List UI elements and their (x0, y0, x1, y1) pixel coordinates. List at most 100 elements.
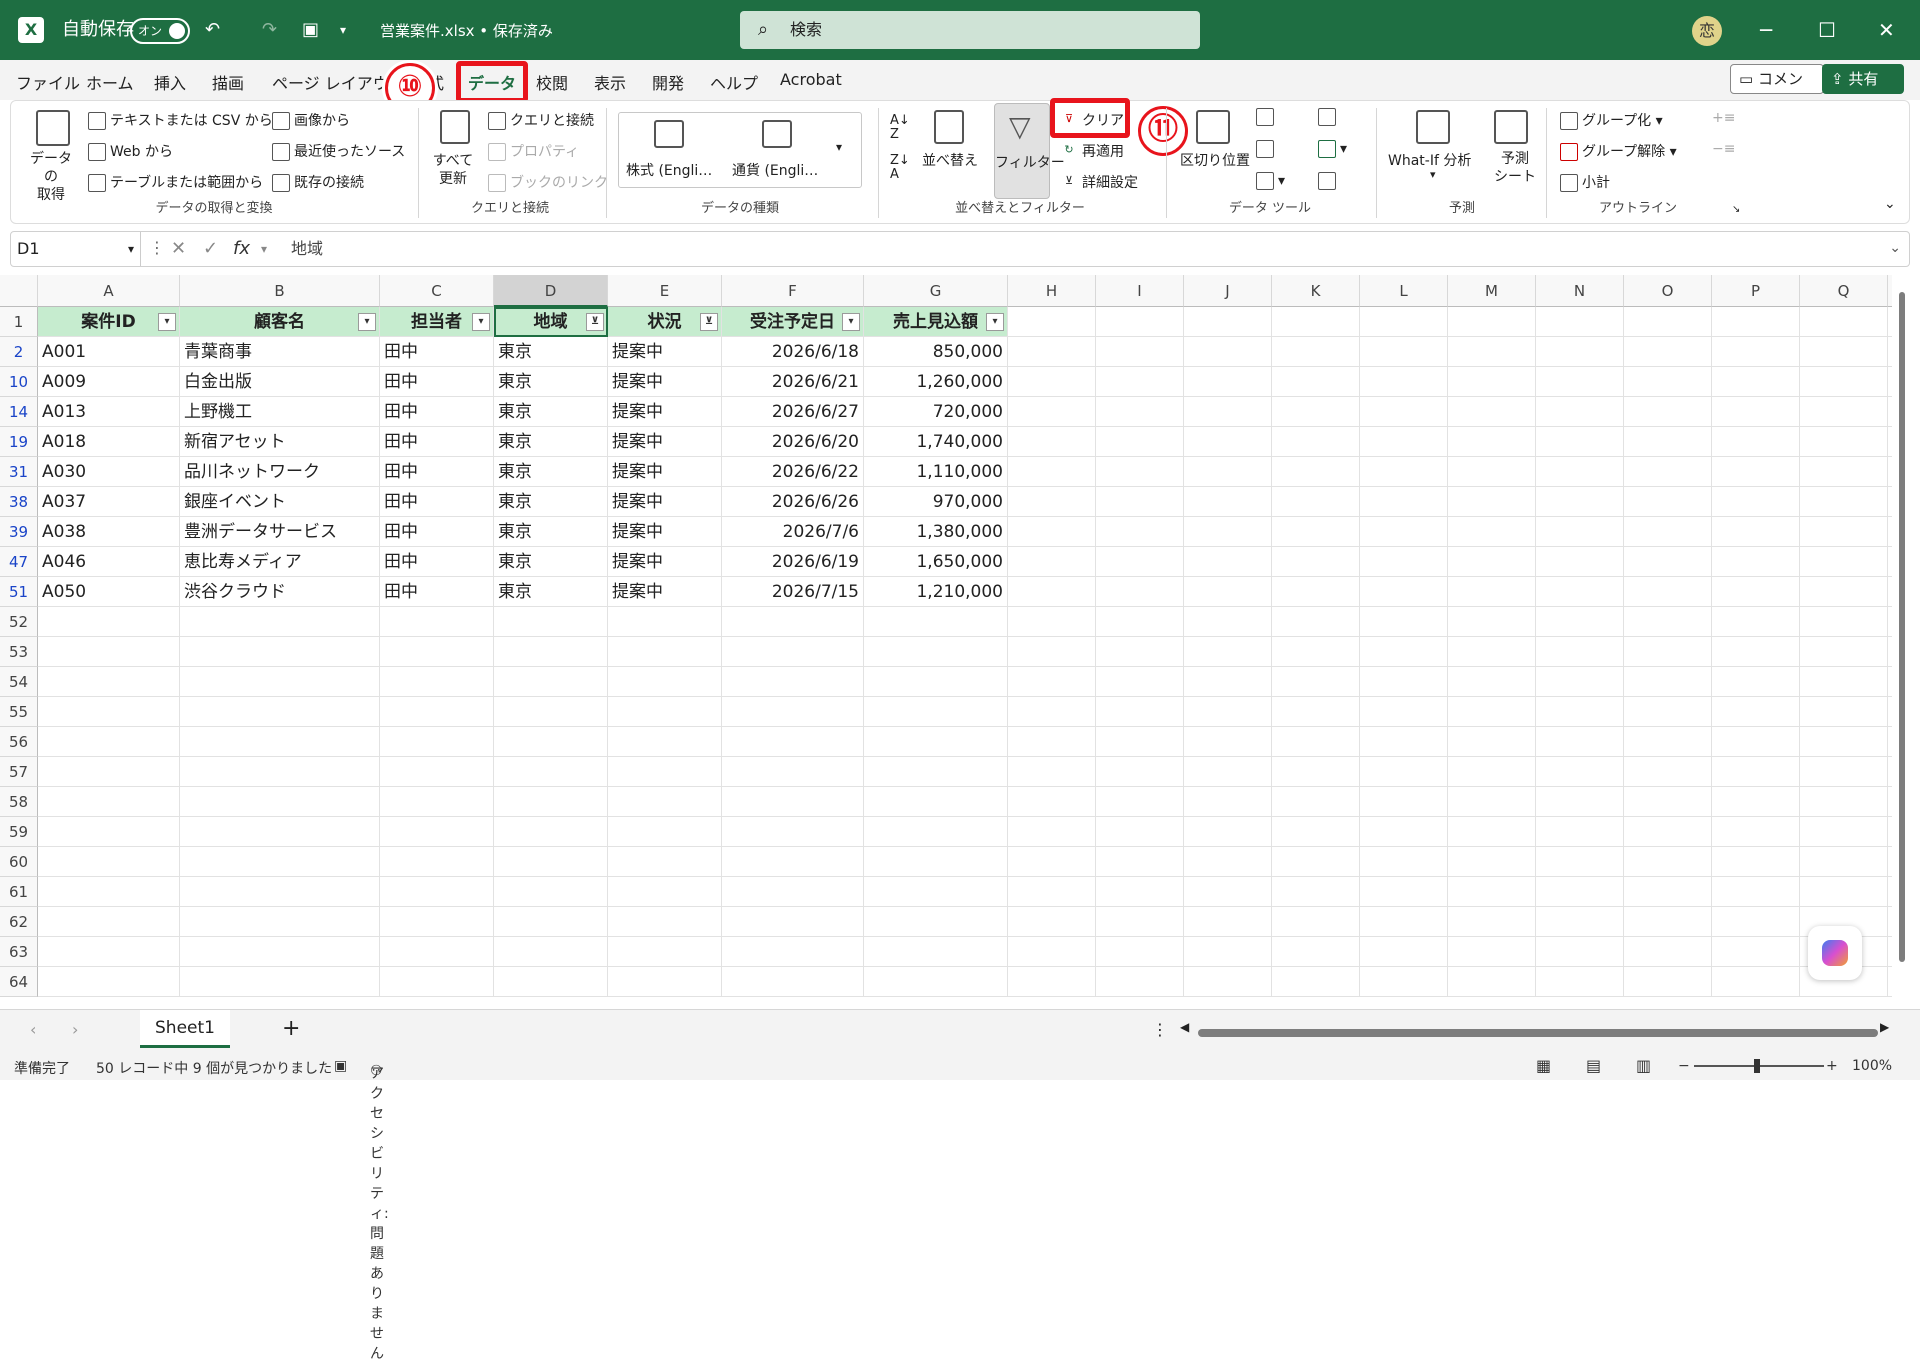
table-cell[interactable] (1448, 397, 1536, 427)
table-cell[interactable] (1360, 607, 1448, 637)
table-cell[interactable] (608, 697, 722, 727)
text-to-columns-button[interactable]: 区切り位置 (1180, 150, 1250, 170)
table-cell[interactable]: 提案中 (608, 367, 722, 397)
table-cell[interactable]: 東京 (494, 367, 608, 397)
column-header-N[interactable]: N (1536, 275, 1624, 307)
next-sheet-icon[interactable]: › (72, 1020, 78, 1039)
table-cell[interactable] (494, 637, 608, 667)
table-cell[interactable] (1360, 907, 1448, 937)
table-cell[interactable] (1800, 607, 1888, 637)
table-header-cell[interactable]: 顧客名 ▾ (180, 307, 380, 337)
table-cell[interactable]: 東京 (494, 337, 608, 367)
horizontal-scroll-thumb[interactable] (1198, 1029, 1878, 1037)
table-cell[interactable] (1096, 787, 1184, 817)
table-cell[interactable]: 白金出版 (180, 367, 380, 397)
table-cell[interactable] (1272, 757, 1360, 787)
table-cell[interactable] (1712, 577, 1800, 607)
table-cell[interactable]: 970,000 (864, 487, 1008, 517)
table-cell[interactable] (1800, 787, 1888, 817)
table-cell[interactable]: 田中 (380, 427, 494, 457)
table-cell[interactable] (1272, 847, 1360, 877)
table-cell[interactable] (1096, 937, 1184, 967)
table-cell[interactable] (1624, 457, 1712, 487)
sort-descending-icon[interactable]: Z↓ A (890, 154, 910, 182)
table-cell[interactable] (494, 937, 608, 967)
table-cell[interactable] (38, 937, 180, 967)
refresh-all-button[interactable]: すべて 更新 (428, 152, 478, 188)
column-header-G[interactable]: G (864, 275, 1008, 307)
table-cell[interactable] (1712, 337, 1800, 367)
filter-dropdown-icon[interactable]: ▾ (358, 313, 376, 331)
table-cell[interactable] (1712, 517, 1800, 547)
table-cell[interactable] (608, 787, 722, 817)
data-validation-icon[interactable]: ▾ (1256, 172, 1285, 190)
table-cell[interactable] (1888, 967, 1892, 997)
table-cell[interactable]: 2026/6/21 (722, 367, 864, 397)
table-cell[interactable] (380, 787, 494, 817)
table-cell[interactable] (494, 787, 608, 817)
table-cell[interactable] (1184, 967, 1272, 997)
table-cell[interactable] (1888, 607, 1892, 637)
table-cell[interactable] (1360, 667, 1448, 697)
table-cell[interactable]: A013 (38, 397, 180, 427)
advanced-filter-button[interactable]: ⊻ 詳細設定 (1060, 172, 1138, 192)
table-cell[interactable]: 青葉商事 (180, 337, 380, 367)
share-button[interactable]: ⇪ 共有 (1822, 64, 1904, 94)
table-cell[interactable] (1448, 877, 1536, 907)
table-cell[interactable] (1624, 757, 1712, 787)
table-cell[interactable] (1624, 367, 1712, 397)
table-cell[interactable] (1624, 727, 1712, 757)
table-cell[interactable] (38, 697, 180, 727)
table-cell[interactable] (1712, 667, 1800, 697)
table-cell[interactable] (1712, 877, 1800, 907)
table-cell[interactable] (722, 907, 864, 937)
table-cell[interactable] (1008, 307, 1096, 337)
table-cell[interactable]: 東京 (494, 457, 608, 487)
table-cell[interactable] (1008, 487, 1096, 517)
table-cell[interactable] (1448, 307, 1536, 337)
table-cell[interactable]: 渋谷クラウド (180, 577, 380, 607)
table-cell[interactable] (1536, 637, 1624, 667)
table-cell[interactable] (1536, 937, 1624, 967)
table-cell[interactable] (1712, 727, 1800, 757)
qat-customize-icon[interactable]: ▾ (340, 17, 346, 43)
table-cell[interactable] (1008, 577, 1096, 607)
row-header[interactable]: 19 (0, 427, 38, 457)
table-cell[interactable]: 1,380,000 (864, 517, 1008, 547)
table-cell[interactable] (1624, 637, 1712, 667)
table-cell[interactable] (722, 727, 864, 757)
table-cell[interactable] (608, 937, 722, 967)
table-cell[interactable]: 1,210,000 (864, 577, 1008, 607)
table-cell[interactable] (1184, 397, 1272, 427)
table-cell[interactable]: A001 (38, 337, 180, 367)
tab-file[interactable]: ファイル (16, 70, 80, 94)
table-cell[interactable]: 1,260,000 (864, 367, 1008, 397)
table-cell[interactable] (864, 727, 1008, 757)
row-header[interactable]: 57 (0, 757, 38, 787)
what-if-button[interactable]: What-If 分析 (1388, 150, 1471, 170)
table-cell[interactable] (38, 967, 180, 997)
table-cell[interactable] (1360, 697, 1448, 727)
table-cell[interactable] (864, 787, 1008, 817)
group-rows-button[interactable]: グループ化 ▾ (1560, 110, 1663, 130)
table-cell[interactable] (864, 847, 1008, 877)
table-cell[interactable] (1536, 727, 1624, 757)
table-cell[interactable] (380, 847, 494, 877)
table-cell[interactable] (1624, 607, 1712, 637)
table-cell[interactable] (1008, 727, 1096, 757)
table-cell[interactable] (1888, 487, 1892, 517)
table-cell[interactable] (1800, 727, 1888, 757)
zoom-out-button[interactable]: − (1678, 1058, 1690, 1074)
table-cell[interactable] (1360, 757, 1448, 787)
tab-draw[interactable]: 描画 (212, 70, 244, 94)
page-break-view-icon[interactable]: ▥ (1636, 1056, 1651, 1075)
table-cell[interactable] (1448, 517, 1536, 547)
table-cell[interactable] (494, 697, 608, 727)
table-cell[interactable] (38, 667, 180, 697)
table-cell[interactable] (1536, 697, 1624, 727)
table-cell[interactable] (722, 967, 864, 997)
table-cell[interactable] (1360, 577, 1448, 607)
table-cell[interactable] (1536, 667, 1624, 697)
table-cell[interactable] (1096, 397, 1184, 427)
table-cell[interactable] (864, 667, 1008, 697)
